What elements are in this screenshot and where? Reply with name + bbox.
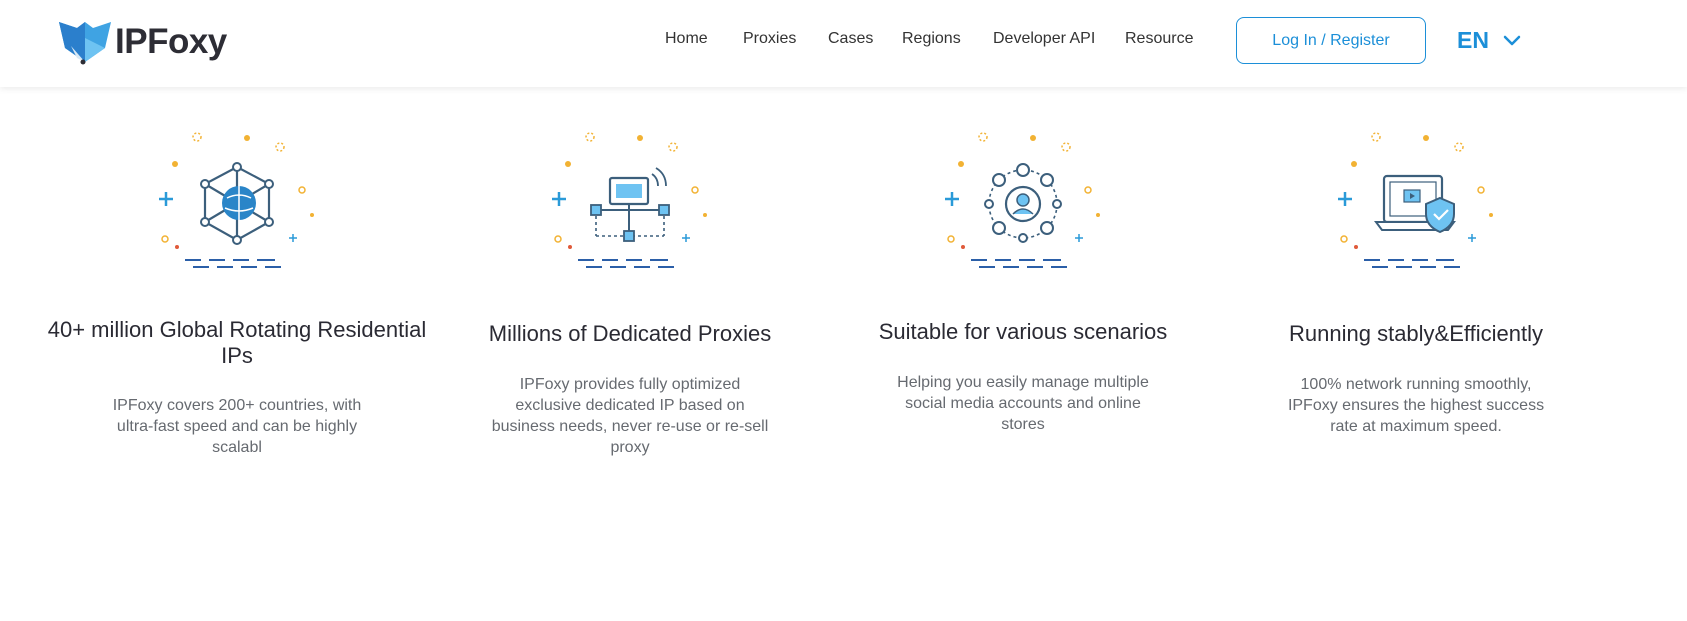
feature-description: IPFoxy covers 200+ countries, with ultra… bbox=[112, 397, 362, 456]
brand-name: IPFoxy bbox=[115, 22, 227, 61]
feature-title: Suitable for various scenarios bbox=[878, 319, 1168, 344]
site-header: IPFoxy Home Proxies Cases Regions Develo… bbox=[0, 0, 1687, 87]
nav-item-cases[interactable]: Cases bbox=[828, 30, 873, 48]
login-register-button[interactable]: Log In / Register bbox=[1236, 17, 1426, 64]
nav-item-developer-api[interactable]: Developer API bbox=[993, 30, 1095, 48]
nav-item-regions[interactable]: Regions bbox=[902, 30, 961, 48]
feature-description: 100% network running smoothly, IPFoxy en… bbox=[1287, 376, 1545, 435]
fox-logo-icon bbox=[59, 22, 111, 65]
dedicated-proxy-network-icon bbox=[552, 132, 707, 268]
feature-description: IPFoxy provides fully optimized exclusiv… bbox=[491, 376, 769, 456]
chevron-down-icon bbox=[1503, 35, 1521, 45]
nav-item-resource[interactable]: Resource bbox=[1125, 30, 1193, 48]
social-accounts-icon bbox=[945, 132, 1100, 268]
nav-item-home[interactable]: Home bbox=[665, 30, 708, 48]
secure-laptop-icon bbox=[1338, 132, 1493, 268]
feature-title: Running stably&Efficiently bbox=[1289, 321, 1543, 346]
feature-title: 40+ million Global Rotating Residential … bbox=[47, 317, 427, 368]
language-label: EN bbox=[1457, 27, 1489, 53]
nav-item-proxies[interactable]: Proxies bbox=[743, 30, 796, 48]
language-selector[interactable]: EN bbox=[1457, 27, 1521, 54]
brand-logo[interactable]: IPFoxy bbox=[57, 18, 227, 66]
feature-description: Helping you easily manage multiple socia… bbox=[897, 374, 1149, 433]
feature-title: Millions of Dedicated Proxies bbox=[488, 321, 772, 346]
global-network-icon bbox=[159, 132, 314, 268]
